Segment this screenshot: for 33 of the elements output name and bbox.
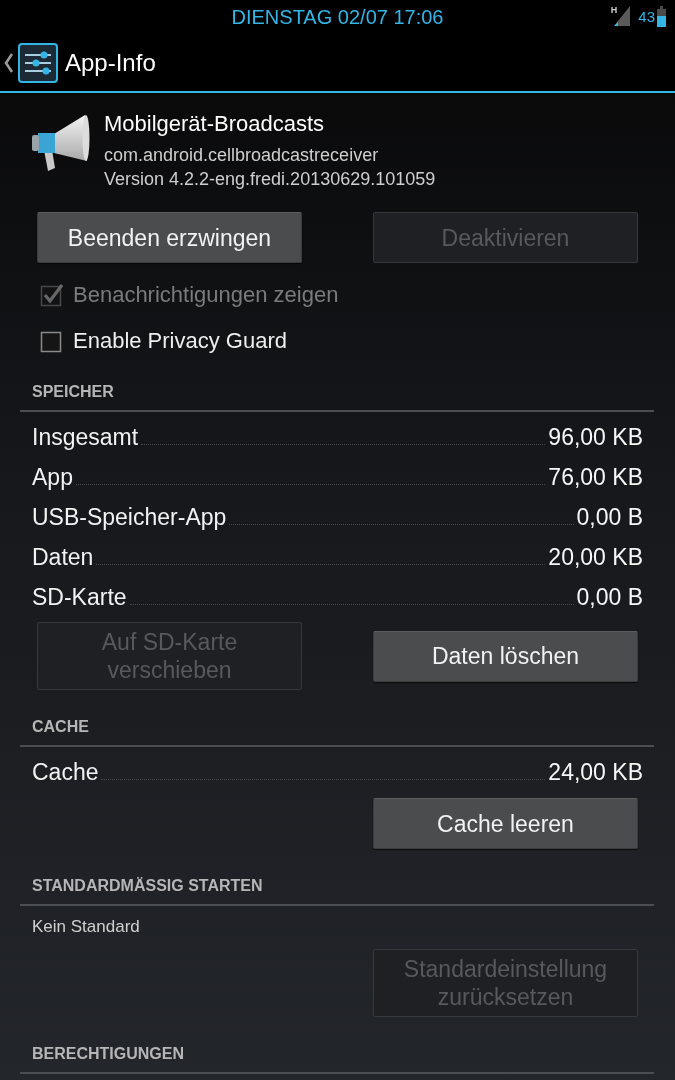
row-value: 0,00 B: [576, 503, 643, 532]
package-name: com.android.cellbroadcastreceiver: [104, 144, 380, 167]
megaphone-icon: [30, 112, 90, 172]
row-value: 0,00 B: [576, 583, 643, 612]
row-label: Insgesamt: [32, 423, 139, 452]
row-label: USB-Speicher-App: [32, 503, 227, 532]
version-text: Version 4.2.2-eng.fredi.20130629.101059: [104, 168, 436, 191]
action-button[interactable]: Beenden erzwingen: [37, 212, 302, 263]
checkbox-label[interactable]: Enable Privacy Guard: [73, 327, 287, 355]
battery-percent: 43: [638, 8, 655, 26]
back-caret-icon[interactable]: [4, 51, 14, 74]
row-label: Cache: [32, 758, 99, 787]
checkbox[interactable]: [40, 329, 64, 353]
network-type-label: H: [610, 6, 618, 15]
row-value: 20,00 KB: [548, 543, 643, 572]
row-label: App: [32, 463, 73, 492]
row-label: SD-Karte: [32, 583, 127, 612]
battery-icon: [657, 6, 666, 27]
screen-title: App-Info: [65, 47, 156, 78]
app-name: Mobilgerät-Broadcasts: [104, 110, 326, 138]
row-value: 24,00 KB: [548, 758, 643, 787]
row-value: 96,00 KB: [548, 423, 643, 452]
info-text: Kein Standard: [31, 916, 141, 938]
action-button[interactable]: Cache leeren: [373, 798, 638, 849]
section-title: STANDARDMÄSSIG STARTEN: [32, 876, 263, 896]
row-value: 76,00 KB: [548, 463, 643, 492]
row-label: Daten: [32, 543, 94, 572]
section-title: CACHE: [32, 717, 89, 737]
action-button[interactable]: Daten löschen: [373, 630, 638, 682]
sliders-icon[interactable]: [18, 42, 58, 83]
clock: DIENSTAG 02/07 17:06: [231, 5, 444, 29]
section-title: SPEICHER: [32, 382, 114, 402]
section-title: BERECHTIGUNGEN: [32, 1044, 184, 1064]
